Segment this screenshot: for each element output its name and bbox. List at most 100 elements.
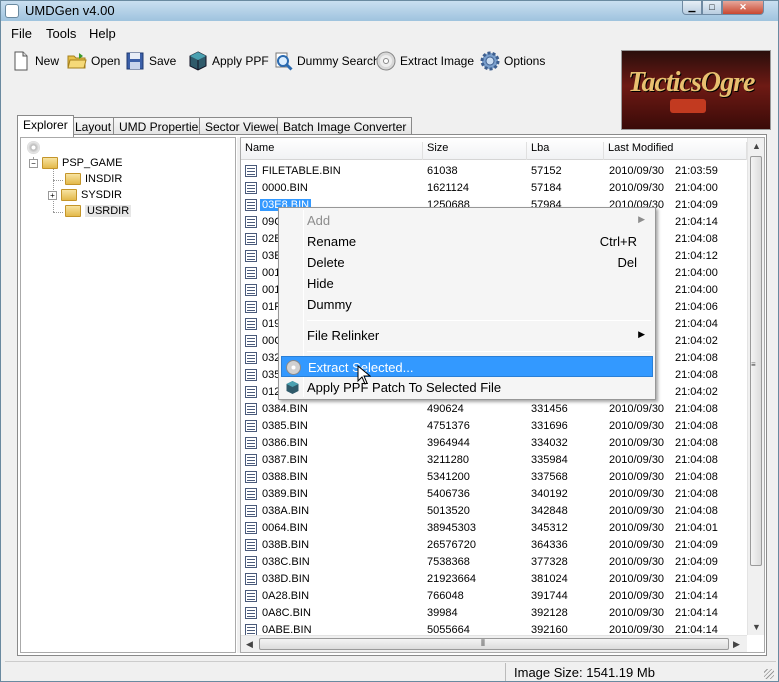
vertical-scrollbar[interactable]: ▲ ≡ ▼	[747, 138, 764, 635]
expand-icon[interactable]: +	[48, 190, 57, 200]
menu-item-label: Apply PPF Patch To Selected File	[307, 380, 502, 395]
file-lba-cell: 331456	[531, 403, 568, 415]
table-row[interactable]: 0387.BIN 3211280 335984 2010/09/30 21:04:08	[241, 452, 747, 469]
file-name-cell: 038B.BIN	[262, 539, 310, 551]
folder-tree[interactable]: − PSP_GAME INSDIR + SYSDIR USRDIR	[20, 137, 236, 653]
file-lba-cell: 340192	[531, 488, 568, 500]
file-date-cell: 2010/09/30	[609, 437, 665, 449]
menu-item-add: Add ▶	[281, 210, 653, 231]
menu-item-apply-ppf-patch[interactable]: Apply PPF Patch To Selected File	[281, 377, 653, 398]
apply-ppf-button[interactable]: Apply PPF	[188, 49, 269, 73]
file-name-cell: 0386.BIN	[262, 437, 308, 449]
file-date-cell: 2010/09/30	[609, 182, 665, 194]
file-size-cell: 26576720	[427, 539, 476, 551]
tree-label: INSDIR	[85, 173, 123, 185]
disc-icon	[27, 141, 40, 154]
new-button[interactable]: New	[11, 49, 59, 73]
scroll-down-icon[interactable]: ▼	[752, 622, 761, 632]
table-row[interactable]: 0389.BIN 5406736 340192 2010/09/30 21:04:08	[241, 486, 747, 503]
menu-item-dummy[interactable]: Dummy	[281, 294, 653, 315]
gear-icon	[480, 51, 500, 71]
table-row[interactable]: 0384.BIN 490624 331456 2010/09/30 21:04:08	[241, 401, 747, 418]
close-button[interactable]: ✕	[722, 1, 764, 15]
file-lba-cell: 342848	[531, 505, 568, 517]
menu-item-extract-selected[interactable]: Extract Selected...	[281, 356, 653, 377]
file-size-cell: 4751376	[427, 420, 470, 432]
table-row[interactable]: 0064.BIN 38945303 345312 2010/09/30 21:04:01	[241, 520, 747, 537]
file-icon	[245, 590, 257, 602]
status-bar: Image Size: 1541.19 Mb	[5, 661, 776, 681]
horizontal-scrollbar[interactable]: ◀ ⦀ ▶	[241, 635, 747, 652]
file-name-cell: 0387.BIN	[262, 454, 308, 466]
menu-item-rename[interactable]: Rename Ctrl+R	[281, 231, 653, 252]
table-row[interactable]: 0000.BIN 1621124 57184 2010/09/30 21:04:00	[241, 180, 747, 197]
file-icon	[245, 573, 257, 585]
table-row[interactable]: FILETABLE.BIN 61038 57152 2010/09/30 21:03:5…	[241, 163, 747, 180]
tree-node-usrdir[interactable]: USRDIR	[65, 205, 132, 217]
column-lba[interactable]: Lba	[527, 142, 604, 160]
table-row[interactable]: 0388.BIN 5341200 337568 2010/09/30 21:04:08	[241, 469, 747, 486]
minimize-button[interactable]: ▁	[682, 1, 702, 15]
grip-icon: ≡	[751, 360, 756, 369]
file-time-cell: 21:04:14	[675, 216, 718, 228]
menu-file[interactable]: File	[11, 26, 32, 41]
column-name[interactable]: Name	[241, 142, 423, 160]
table-row[interactable]: 0385.BIN 4751376 331696 2010/09/30 21:04:08	[241, 418, 747, 435]
file-icon	[245, 182, 257, 194]
tree-node-insdir[interactable]: INSDIR	[65, 173, 122, 185]
file-date-cell: 2010/09/30	[609, 471, 665, 483]
save-button[interactable]: Save	[125, 49, 176, 73]
file-lba-cell: 334032	[531, 437, 568, 449]
options-button[interactable]: Options	[480, 49, 545, 73]
file-date-cell: 2010/09/30	[609, 539, 665, 551]
file-time-cell: 21:04:08	[675, 352, 718, 364]
extract-image-button[interactable]: Extract Image	[376, 49, 474, 73]
table-row[interactable]: 038D.BIN 21923664 381024 2010/09/30 21:04:09	[241, 571, 747, 588]
table-row[interactable]: 038C.BIN 7538368 377328 2010/09/30 21:04:09	[241, 554, 747, 571]
file-time-cell: 21:04:04	[675, 318, 718, 330]
file-size-cell: 490624	[427, 403, 464, 415]
table-row[interactable]: 038A.BIN 5013520 342848 2010/09/30 21:04:08	[241, 503, 747, 520]
collapse-icon[interactable]: −	[29, 158, 38, 168]
table-row[interactable]: 0386.BIN 3964944 334032 2010/09/30 21:04:08	[241, 435, 747, 452]
file-icon	[245, 267, 257, 279]
tree-disc-root[interactable]	[27, 141, 40, 154]
tab-explorer[interactable]: Explorer	[17, 115, 74, 137]
scroll-up-icon[interactable]: ▲	[752, 141, 761, 151]
tree-node-psp-game[interactable]: − PSP_GAME	[29, 157, 123, 169]
file-lba-cell: 391744	[531, 590, 568, 602]
menu-help[interactable]: Help	[89, 26, 116, 41]
file-icon	[245, 471, 257, 483]
tree-node-sysdir[interactable]: + SYSDIR	[48, 189, 122, 201]
file-time-cell: 21:04:14	[675, 607, 718, 619]
menu-item-hide[interactable]: Hide	[281, 273, 653, 294]
file-time-cell: 21:04:12	[675, 250, 718, 262]
file-time-cell: 21:04:02	[675, 335, 718, 347]
file-date-cell: 2010/09/30	[609, 165, 665, 177]
scroll-left-icon[interactable]: ◀	[246, 639, 253, 650]
file-lba-cell: 331696	[531, 420, 568, 432]
scroll-right-icon[interactable]: ▶	[733, 639, 740, 650]
maximize-button[interactable]: □	[702, 1, 722, 15]
table-row[interactable]: 0A8C.BIN 39984 392128 2010/09/30 21:04:14	[241, 605, 747, 622]
image-size-status: Image Size: 1541.19 Mb	[505, 663, 771, 681]
column-size[interactable]: Size	[423, 142, 527, 160]
menu-item-delete[interactable]: Delete Del	[281, 252, 653, 273]
file-time-cell: 21:04:14	[675, 590, 718, 602]
file-icon	[245, 607, 257, 619]
file-size-cell: 38945303	[427, 522, 476, 534]
table-row[interactable]: 038B.BIN 26576720 364336 2010/09/30 21:04:09	[241, 537, 747, 554]
resize-grip-icon[interactable]	[764, 669, 774, 679]
dummy-search-button[interactable]: Dummy Search	[273, 49, 380, 73]
file-date-cell: 2010/09/30	[609, 420, 665, 432]
submenu-arrow-icon: ▶	[638, 214, 645, 224]
mouse-cursor-icon	[357, 365, 371, 385]
open-button[interactable]: Open	[67, 49, 120, 73]
menu-item-file-relinker[interactable]: File Relinker ▶	[281, 325, 653, 346]
file-lba-cell: 381024	[531, 573, 568, 585]
horizontal-scroll-thumb[interactable]	[259, 638, 729, 650]
menu-tools[interactable]: Tools	[46, 26, 76, 41]
table-row[interactable]: 0A28.BIN 766048 391744 2010/09/30 21:04:14	[241, 588, 747, 605]
column-last-modified[interactable]: Last Modified	[604, 142, 747, 160]
save-disk-icon	[126, 52, 144, 70]
